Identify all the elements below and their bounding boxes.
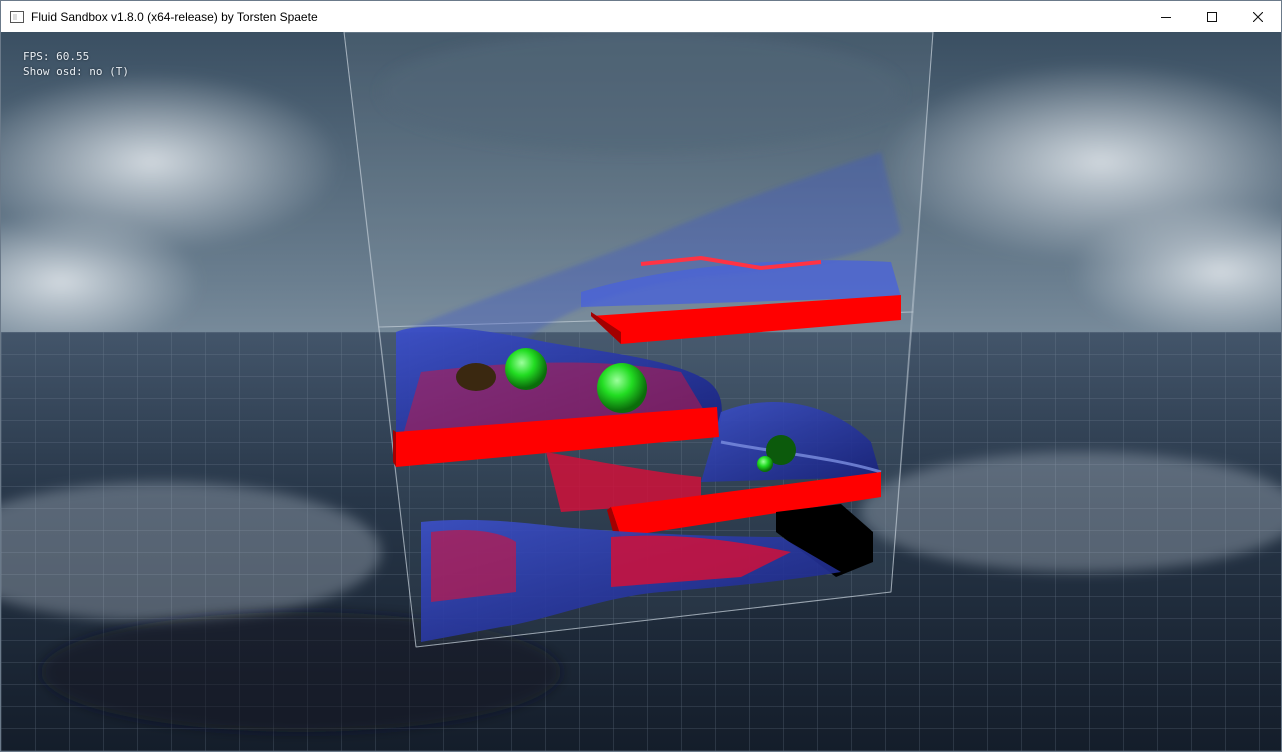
app-icon bbox=[10, 10, 24, 23]
green-sphere bbox=[597, 363, 647, 413]
green-sphere bbox=[505, 348, 547, 390]
scene-canvas bbox=[1, 32, 1281, 751]
green-sphere bbox=[757, 456, 773, 472]
close-button[interactable] bbox=[1235, 1, 1281, 32]
maximize-icon bbox=[1207, 11, 1217, 22]
simulation-viewport[interactable]: FPS: 60.55 Show osd: no (T) bbox=[1, 32, 1281, 751]
window-controls bbox=[1143, 1, 1281, 32]
window-title: Fluid Sandbox v1.8.0 (x64-release) by To… bbox=[31, 9, 318, 24]
title-bar[interactable]: Fluid Sandbox v1.8.0 (x64-release) by To… bbox=[1, 1, 1281, 32]
close-icon bbox=[1253, 11, 1263, 22]
app-window: Fluid Sandbox v1.8.0 (x64-release) by To… bbox=[0, 0, 1282, 752]
osd-overlay: FPS: 60.55 Show osd: no (T) bbox=[23, 49, 129, 79]
minimize-icon bbox=[1161, 16, 1171, 18]
maximize-button[interactable] bbox=[1189, 1, 1235, 32]
show-osd-label: Show osd: no (T) bbox=[23, 65, 129, 78]
minimize-button[interactable] bbox=[1143, 1, 1189, 32]
dark-cavity bbox=[456, 363, 496, 391]
fps-label: FPS: 60.55 bbox=[23, 50, 90, 63]
